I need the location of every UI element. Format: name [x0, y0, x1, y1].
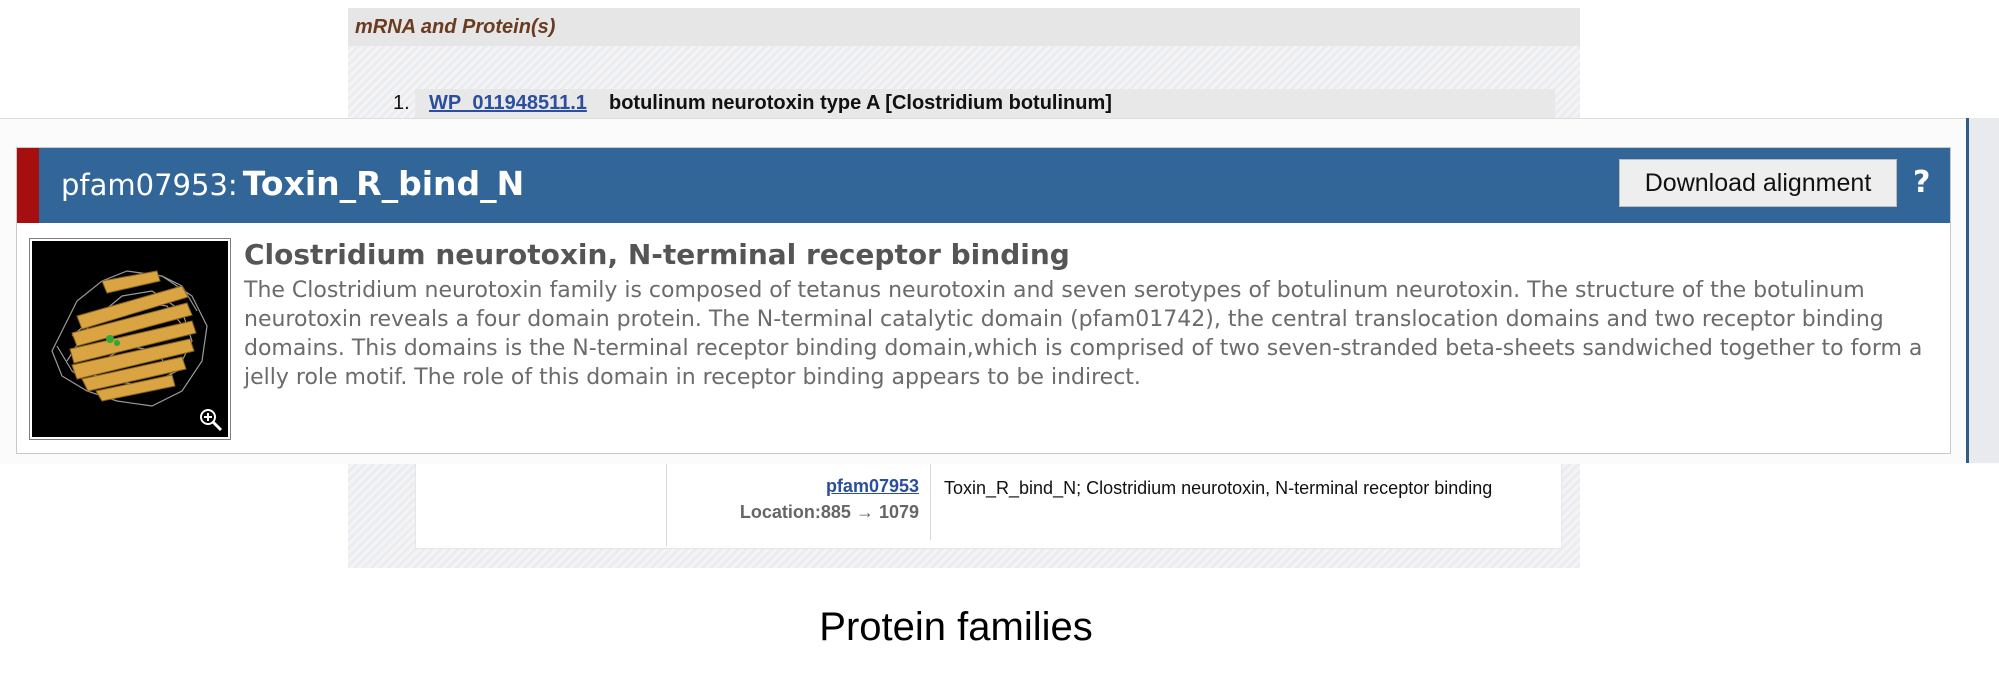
popup-header: pfam07953: Toxin_R_bind_N Download align…: [17, 148, 1950, 223]
family-title: Clostridium neurotoxin, N-terminal recep…: [244, 238, 1070, 271]
section-header: mRNA and Protein(s): [348, 8, 1580, 46]
header-accent-bar: [17, 148, 39, 223]
pfam-link[interactable]: pfam07953: [826, 476, 919, 497]
figure-caption: Protein families: [819, 605, 1093, 649]
domain-location: Location:885 → 1079: [739, 502, 919, 522]
protein-accession-link[interactable]: WP_011948511.1: [429, 92, 587, 115]
download-alignment-button[interactable]: Download alignment: [1619, 159, 1897, 207]
protein-description: botulinum neurotoxin type A [Clostridium…: [609, 92, 1112, 114]
popup-domain-name: Toxin_R_bind_N: [242, 164, 525, 203]
popup-title: pfam07953: Toxin_R_bind_N: [61, 164, 524, 203]
table-divider: [930, 462, 931, 540]
family-description: The Clostridium neurotoxin family is com…: [244, 278, 1923, 390]
domain-popup: pfam07953: Toxin_R_bind_N Download align…: [16, 147, 1951, 454]
table-divider: [666, 462, 667, 546]
protein-structure-image[interactable]: [29, 238, 231, 440]
zoom-icon: [200, 409, 223, 432]
popup-domain-id: pfam07953:: [61, 168, 238, 202]
list-item-number: 1.: [393, 92, 410, 114]
popup-scroll-edge: [1966, 118, 1999, 463]
domain-table: [415, 455, 1562, 549]
section-title: mRNA and Protein(s): [355, 16, 556, 38]
domain-description: Toxin_R_bind_N; Clostridium neurotoxin, …: [944, 478, 1493, 498]
help-icon[interactable]: ?: [1913, 165, 1930, 200]
